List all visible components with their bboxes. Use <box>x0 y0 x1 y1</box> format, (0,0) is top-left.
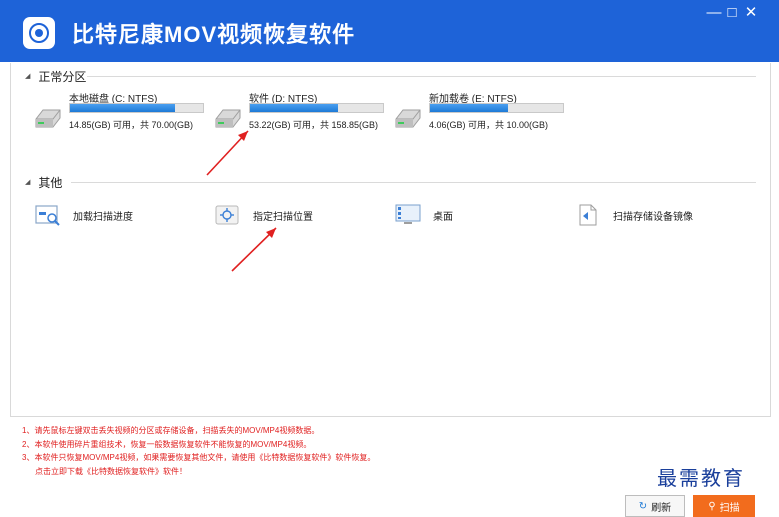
app-title: 比特尼康MOV视频恢复软件 <box>72 22 356 47</box>
desktop-icon <box>395 204 421 224</box>
desktop-item[interactable]: 桌面 <box>395 202 453 228</box>
scan-device-image-item[interactable]: 扫描存储设备镜像 <box>575 202 693 228</box>
other-item-label: 加载扫描进度 <box>73 211 133 223</box>
title-bar: 比特尼康MOV视频恢复软件 — □ ✕ <box>0 0 779 62</box>
instructions-notes: 1、请先鼠标左键双击丢失视频的分区或存储设备，扫描丢失的MOV/MP4视频数据。… <box>22 424 375 478</box>
section-normal-partitions[interactable]: ◢ 正常分区 <box>25 69 87 84</box>
section-other[interactable]: ◢ 其他 <box>25 175 63 190</box>
refresh-button[interactable]: ↻ 刷新 <box>625 495 685 517</box>
collapse-triangle-icon: ◢ <box>25 73 31 80</box>
scan-button[interactable]: ⚲ 扫描 <box>693 495 755 517</box>
main-panel: ◢ 正常分区 本地磁盘 (C: NTFS) 14.85(GB) 可用，共 70.… <box>10 63 771 417</box>
section-other-label: 其他 <box>38 175 63 190</box>
drive-e[interactable]: 新加载卷 (E: NTFS) 4.06(GB) 可用，共 10.00(GB) <box>393 90 564 134</box>
minimize-button[interactable]: — <box>704 4 724 22</box>
hard-drive-icon <box>395 109 421 128</box>
drive-capacity: 14.85(GB) 可用，共 70.00(GB) <box>69 120 194 130</box>
section-divider <box>71 182 756 183</box>
drive-usage-fill <box>430 104 509 112</box>
note-line: 3、本软件只恢复MOV/MP4视频，如果需要恢复其他文件，请使用《比特数据恢复软… <box>22 453 376 462</box>
annotation-arrow <box>231 227 277 272</box>
drive-usage-bar <box>429 103 564 113</box>
other-item-label: 扫描存储设备镜像 <box>613 211 693 223</box>
section-normal-label: 正常分区 <box>38 69 87 84</box>
note-line: 2、本软件使用碎片重组技术，恢复一般数据恢复软件不能恢复的MOV/MP4视频。 <box>22 439 312 449</box>
drive-usage-bar <box>249 103 384 113</box>
collapse-triangle-icon: ◢ <box>25 179 31 186</box>
close-button[interactable]: ✕ <box>741 4 761 22</box>
hard-drive-icon <box>35 109 61 128</box>
maximize-button[interactable]: □ <box>722 4 742 22</box>
drive-usage-fill <box>250 104 338 112</box>
refresh-label: 刷新 <box>651 502 672 514</box>
app-logo-icon <box>23 17 55 49</box>
drive-capacity: 53.22(GB) 可用，共 158.85(GB) <box>249 120 379 130</box>
note-line: 1、请先鼠标左键双击丢失视频的分区或存储设备，扫描丢失的MOV/MP4视频数据。 <box>22 426 320 435</box>
load-scan-progress-item[interactable]: 加载扫描进度 <box>35 202 133 228</box>
section-divider <box>87 76 756 77</box>
drive-capacity: 4.06(GB) 可用，共 10.00(GB) <box>429 120 549 130</box>
drive-usage-bar <box>69 103 204 113</box>
drive-usage-fill <box>70 104 176 112</box>
scan-label: 扫描 <box>719 502 740 514</box>
drive-c[interactable]: 本地磁盘 (C: NTFS) 14.85(GB) 可用，共 70.00(GB) <box>33 90 204 134</box>
load-progress-icon <box>35 205 60 226</box>
other-item-label: 桌面 <box>433 211 453 223</box>
download-link[interactable]: 点击立即下载《比特数据恢复软件》软件！ <box>22 465 375 479</box>
watermark-text: 最需教育 <box>657 466 745 490</box>
disk-image-icon <box>579 204 597 226</box>
annotation-arrow <box>206 130 249 176</box>
